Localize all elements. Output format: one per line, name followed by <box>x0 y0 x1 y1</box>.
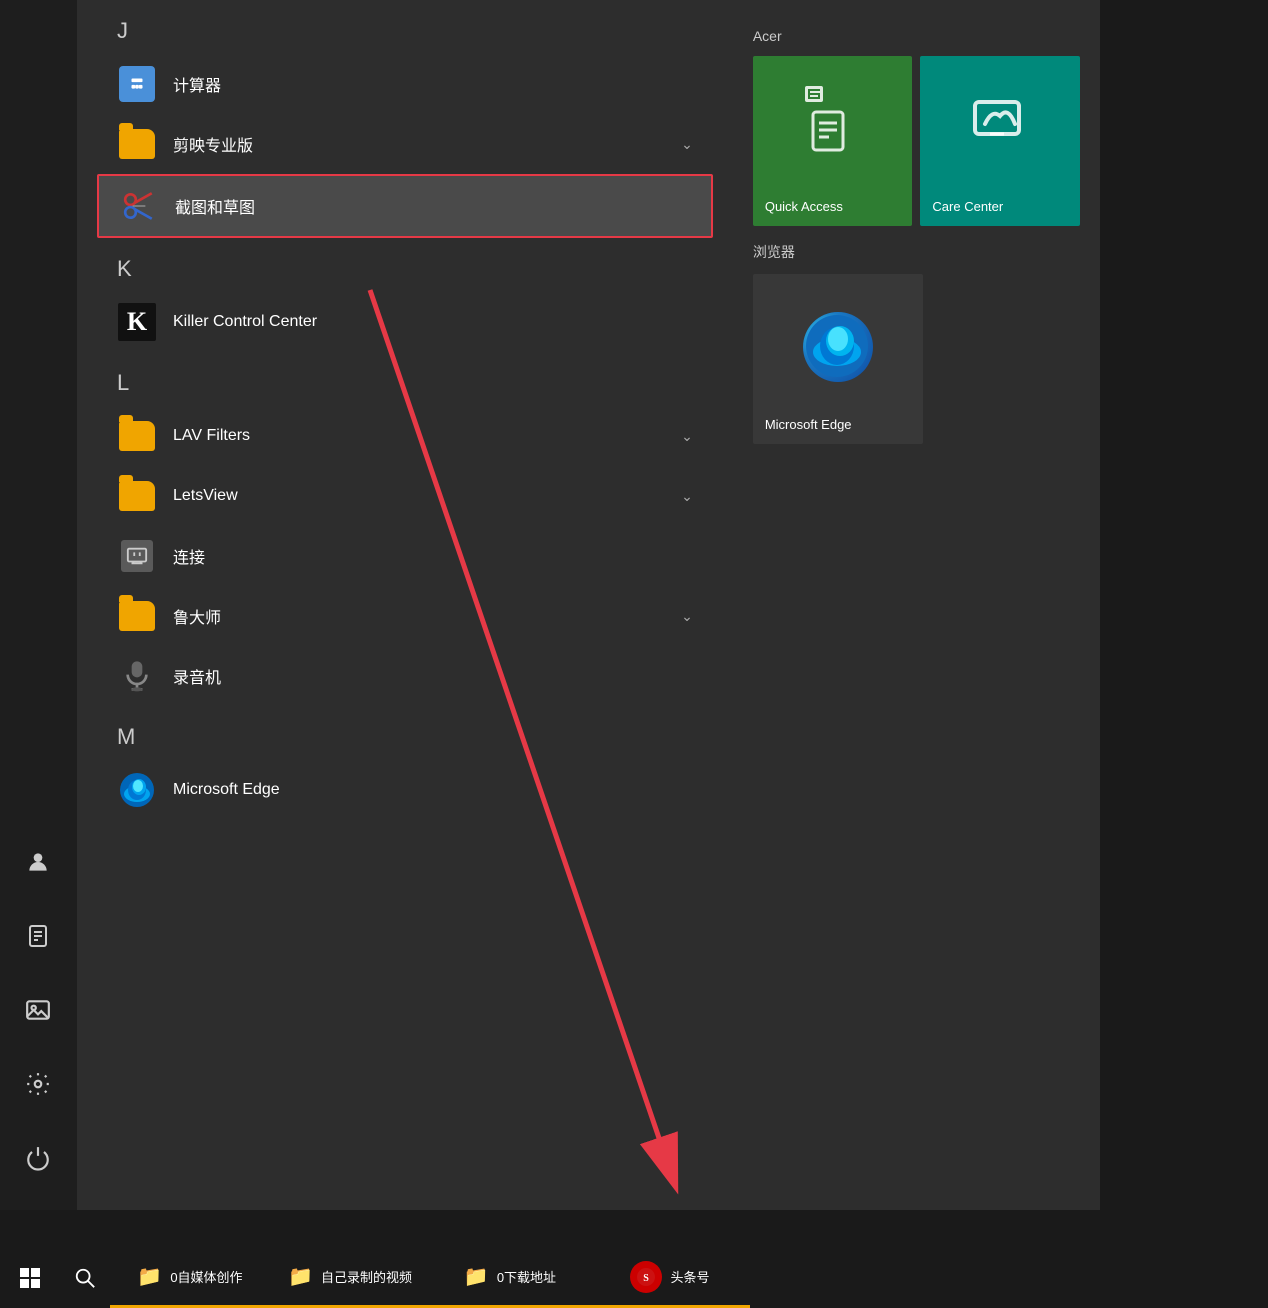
app-item-snip-sketch[interactable]: 截图和草图 <box>97 174 713 238</box>
taskbar-pin-media-label: 0自媒体创作 <box>170 1267 242 1286</box>
calc-icon-visual <box>119 66 155 102</box>
sidebar-icon-settings[interactable] <box>16 1062 60 1106</box>
sidebar <box>0 0 77 1210</box>
tiles-area: Acer <box>733 0 1100 1210</box>
svg-text:S: S <box>644 1273 650 1284</box>
section-j: J <box>97 0 713 54</box>
killer-icon-visual: K <box>118 303 156 341</box>
ludashi-folder-icon <box>117 596 157 636</box>
taskbar-pin-downloads-label: 0下载地址 <box>497 1267 556 1286</box>
start-menu: J 计算器 剪映专业版 ⌄ <box>0 0 1100 1210</box>
taskbar-pin-downloads[interactable]: 📁 0下载地址 <box>430 1248 590 1308</box>
lav-chevron: ⌄ <box>681 428 693 445</box>
section-m: M <box>97 706 713 760</box>
folder-item-letsview[interactable]: LetsView ⌄ <box>97 466 713 526</box>
tiles-section-browser: 浏览器 <box>753 242 1080 262</box>
folder-item-jianying[interactable]: 剪映专业版 ⌄ <box>97 114 713 174</box>
sidebar-icon-user[interactable] <box>16 840 60 884</box>
taskbar-start-button[interactable] <box>0 1248 60 1308</box>
edge-app-icon <box>117 770 157 810</box>
app-item-killer[interactable]: K Killer Control Center <box>97 292 713 352</box>
app-name-calculator: 计算器 <box>173 72 693 96</box>
ludashi-chevron: ⌄ <box>681 608 693 625</box>
taskbar-pin-videos[interactable]: 📁 自己录制的视频 <box>270 1248 430 1308</box>
acer-tiles-row: Quick Access Care Center <box>753 56 1080 226</box>
sidebar-icon-pictures[interactable] <box>16 988 60 1032</box>
taskbar-pin-media[interactable]: 📁 0自媒体创作 <box>110 1248 270 1308</box>
snip-sketch-icon <box>119 186 159 226</box>
app-item-connect[interactable]: 连接 <box>97 526 713 586</box>
connect-icon-visual <box>121 540 153 572</box>
app-name-recorder: 录音机 <box>173 664 693 688</box>
section-l: L <box>97 352 713 406</box>
app-name-connect: 连接 <box>173 544 693 568</box>
calculator-icon <box>117 64 157 104</box>
edge-tile-icon <box>803 312 873 382</box>
browser-tiles-row: Microsoft Edge <box>753 274 1080 444</box>
app-name-snip-sketch: 截图和草图 <box>175 194 691 218</box>
taskbar-pin-videos-icon: 📁 <box>288 1264 313 1289</box>
folder-name-lav: LAV Filters <box>173 427 681 445</box>
taskbar-pin-videos-label: 自己录制的视频 <box>321 1267 412 1286</box>
tile-quick-access[interactable]: Quick Access <box>753 56 913 226</box>
lav-folder-icon <box>117 416 157 456</box>
folder-name-jianying: 剪映专业版 <box>173 132 681 156</box>
app-list: J 计算器 剪映专业版 ⌄ <box>77 0 733 1210</box>
connect-icon <box>117 536 157 576</box>
sidebar-icon-power[interactable] <box>16 1136 60 1180</box>
app-name-edge: Microsoft Edge <box>173 781 693 799</box>
folder-name-letsview: LetsView <box>173 487 681 505</box>
tile-edge-label: Microsoft Edge <box>765 417 852 432</box>
letsview-chevron: ⌄ <box>681 488 693 505</box>
taskbar: 📁 0自媒体创作 📁 自己录制的视频 📁 0下载地址 S 头条号 <box>0 1248 1268 1308</box>
letsview-folder-icon <box>117 476 157 516</box>
tile-care-center-label: Care Center <box>932 199 1003 214</box>
taskbar-pin-downloads-icon: 📁 <box>464 1264 489 1289</box>
app-name-killer: Killer Control Center <box>173 313 693 331</box>
tile-quick-access-label: Quick Access <box>765 199 843 214</box>
toutiao-icon: S <box>630 1261 662 1293</box>
killer-icon: K <box>117 302 157 342</box>
app-item-edge[interactable]: Microsoft Edge <box>97 760 713 820</box>
taskbar-pin-toutiao[interactable]: S 头条号 <box>590 1248 750 1308</box>
app-item-calculator[interactable]: 计算器 <box>97 54 713 114</box>
tile-edge[interactable]: Microsoft Edge <box>753 274 923 444</box>
recorder-icon <box>117 656 157 696</box>
taskbar-pin-media-icon: 📁 <box>137 1264 162 1289</box>
sidebar-icon-document[interactable] <box>16 914 60 958</box>
section-k: K <box>97 238 713 292</box>
snip-icon-visual <box>121 188 157 224</box>
tiles-section-acer: Acer <box>753 28 1080 44</box>
jianying-folder-icon <box>117 124 157 164</box>
jianying-chevron: ⌄ <box>681 136 693 153</box>
taskbar-search-button[interactable] <box>60 1248 110 1308</box>
mic-icon-visual <box>119 658 155 694</box>
taskbar-pin-toutiao-label: 头条号 <box>670 1267 709 1286</box>
folder-item-ludashi[interactable]: 鲁大师 ⌄ <box>97 586 713 646</box>
folder-item-lav[interactable]: LAV Filters ⌄ <box>97 406 713 466</box>
folder-name-ludashi: 鲁大师 <box>173 604 681 628</box>
taskbar-pinned-items: 📁 0自媒体创作 📁 自己录制的视频 📁 0下载地址 S 头条号 <box>110 1248 1268 1308</box>
app-item-recorder[interactable]: 录音机 <box>97 646 713 706</box>
tile-care-center[interactable]: Care Center <box>920 56 1080 226</box>
